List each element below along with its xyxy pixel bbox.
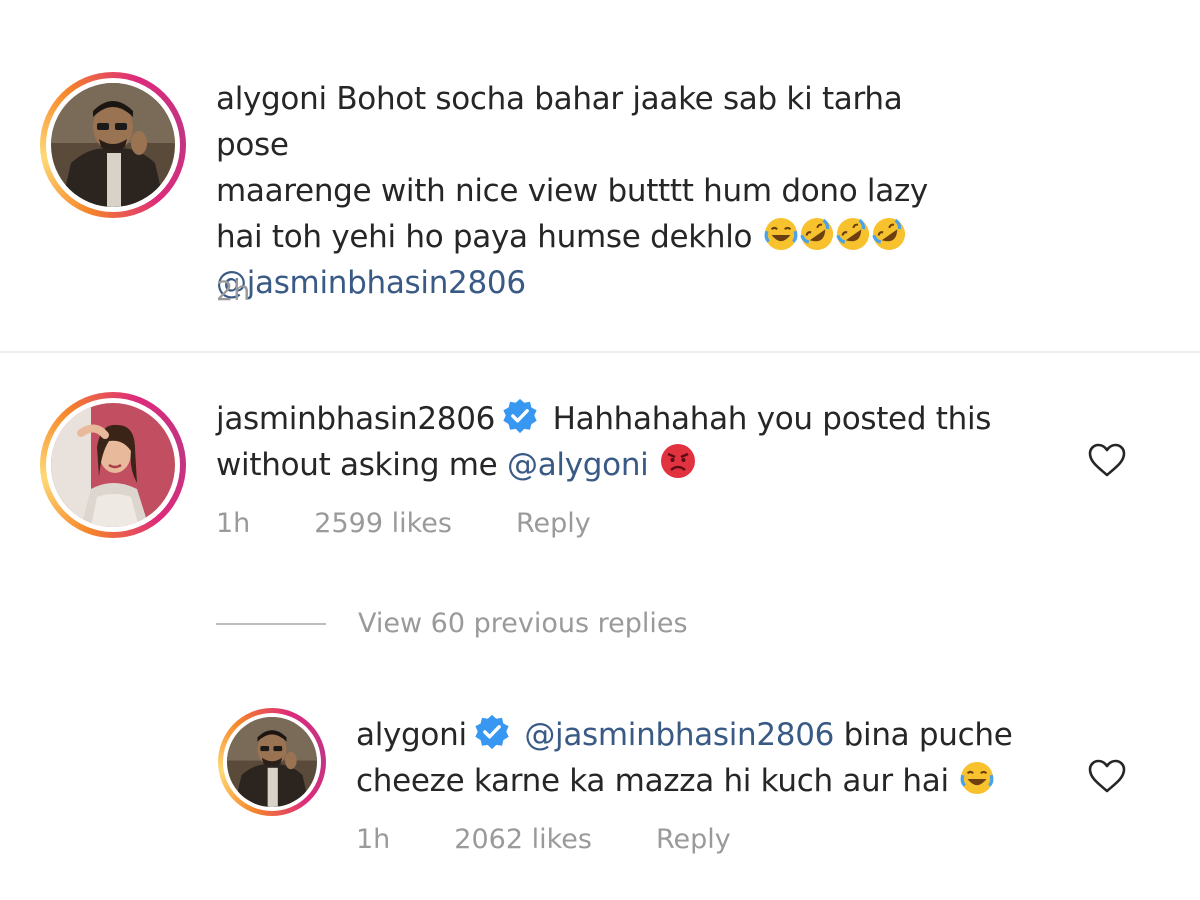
- caption-username[interactable]: alygoni: [216, 81, 327, 117]
- reply-meta: 1h 2062 likes Reply: [356, 824, 795, 855]
- comments-screen: alygoni Bohot socha bahar jaake sab ki t…: [0, 0, 1200, 900]
- comment-line-1: Hahhahahah you posted this: [552, 401, 992, 437]
- divider: [0, 351, 1200, 353]
- reply-body: alygoni @jasminbhasin2806 bina puche che…: [356, 712, 1056, 804]
- comment-mention[interactable]: @alygoni: [507, 447, 649, 483]
- view-replies-label[interactable]: View 60 previous replies: [358, 608, 688, 639]
- comment-body: jasminbhasin2806 Hahhahahah you posted t…: [216, 396, 1046, 488]
- profile-photo-jasminbhasin2806: [51, 403, 175, 527]
- comment-meta: 1h 2599 likes Reply: [216, 508, 655, 539]
- view-previous-replies[interactable]: View 60 previous replies: [216, 608, 688, 639]
- rofl-emoji-icon: [800, 217, 834, 251]
- replies-line: [216, 622, 326, 625]
- reply-timestamp: 1h: [356, 824, 391, 855]
- caption-line-2: maarenge with nice view butttt hum dono …: [216, 173, 928, 209]
- profile-photo-alygoni-reply: [227, 717, 317, 807]
- post-caption: alygoni Bohot socha bahar jaake sab ki t…: [216, 76, 976, 306]
- reply-mention[interactable]: @jasminbhasin2806: [524, 717, 834, 753]
- caption-line-3: hai toh yehi ho paya humse dekhlo: [216, 219, 753, 255]
- avatar-jasminbhasin2806[interactable]: [40, 392, 186, 538]
- comment-timestamp: 1h: [216, 508, 251, 539]
- reply-line-1: bina puche: [843, 717, 1013, 753]
- joy-emoji-icon: [764, 217, 798, 251]
- joy-emoji-icon: [960, 761, 994, 795]
- caption-timestamp: 2h: [216, 276, 251, 307]
- comment-username[interactable]: jasminbhasin2806: [216, 401, 495, 437]
- rofl-emoji-icon: [872, 217, 906, 251]
- reply-username[interactable]: alygoni: [356, 717, 467, 753]
- reply-likes[interactable]: 2062 likes: [454, 824, 592, 855]
- like-heart-icon[interactable]: [1087, 442, 1127, 478]
- verified-badge-icon: [501, 397, 539, 435]
- avatar-alygoni[interactable]: [40, 72, 186, 218]
- verified-badge-icon: [473, 713, 511, 751]
- caption-meta: 2h: [216, 276, 314, 307]
- profile-photo-alygoni: [51, 83, 175, 207]
- rofl-emoji-icon: [836, 217, 870, 251]
- avatar-alygoni-reply[interactable]: [218, 708, 326, 816]
- angry-emoji-icon: [660, 443, 696, 479]
- comment-likes[interactable]: 2599 likes: [314, 508, 452, 539]
- reply-line-2: cheeze karne ka mazza hi kuch aur hai: [356, 763, 949, 799]
- like-heart-icon[interactable]: [1087, 758, 1127, 794]
- comment-line-2: without asking me: [216, 447, 498, 483]
- comment-reply-button[interactable]: Reply: [516, 508, 591, 539]
- reply-reply-button[interactable]: Reply: [656, 824, 731, 855]
